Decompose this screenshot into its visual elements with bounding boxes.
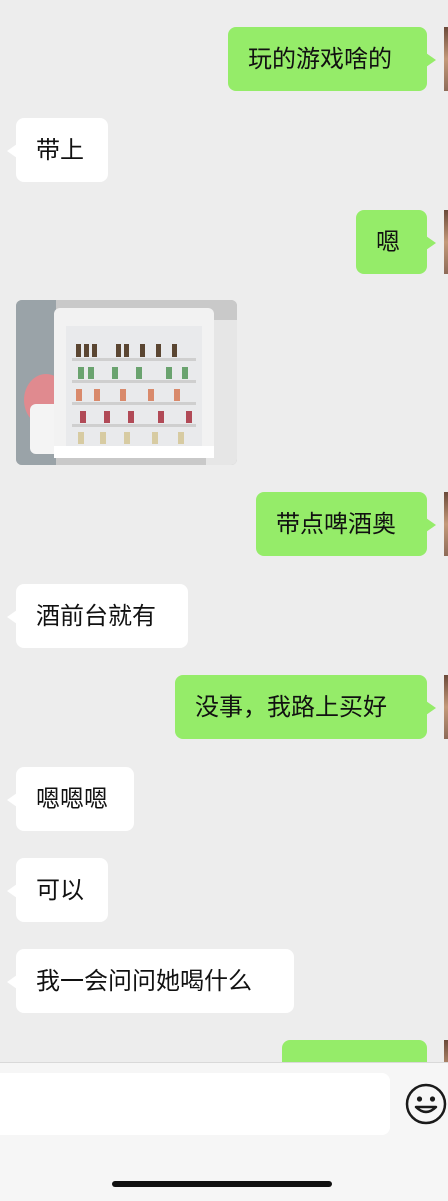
own-avatar[interactable] (444, 210, 448, 274)
message-bubble-incoming[interactable]: 可以 (7, 858, 108, 922)
message-bubble-incoming[interactable]: 带上 (7, 118, 108, 182)
message-input-bar (0, 1062, 448, 1201)
message-bubble-outgoing[interactable] (282, 1040, 427, 1062)
message-bubble-outgoing[interactable]: 玩的游戏啥的 (228, 27, 436, 91)
message-bubble-outgoing[interactable]: 嗯 (356, 210, 436, 274)
message-bubble-outgoing[interactable]: 没事，我路上买好 (175, 675, 436, 739)
message-bubble-incoming[interactable]: 嗯嗯嗯 (7, 767, 134, 831)
drinks-fridge-photo (16, 300, 237, 465)
chat-message-list[interactable]: 玩的游戏啥的 带上 嗯 带点啤酒奥 酒前台就有 没事，我路上买好 嗯嗯嗯 可以 … (0, 0, 448, 1062)
home-indicator[interactable] (112, 1181, 332, 1187)
own-avatar[interactable] (444, 675, 448, 739)
message-text-input[interactable] (0, 1073, 390, 1135)
message-bubble-outgoing[interactable]: 带点啤酒奥 (256, 492, 436, 556)
own-avatar[interactable] (444, 492, 448, 556)
message-bubble-incoming[interactable]: 我一会问问她喝什么 (7, 949, 294, 1013)
smiley-face-icon[interactable] (405, 1083, 447, 1125)
message-bubble-incoming[interactable]: 酒前台就有 (7, 584, 188, 648)
own-avatar[interactable] (444, 1040, 448, 1062)
own-avatar[interactable] (444, 27, 448, 91)
image-message-drinks-fridge[interactable] (16, 300, 237, 465)
